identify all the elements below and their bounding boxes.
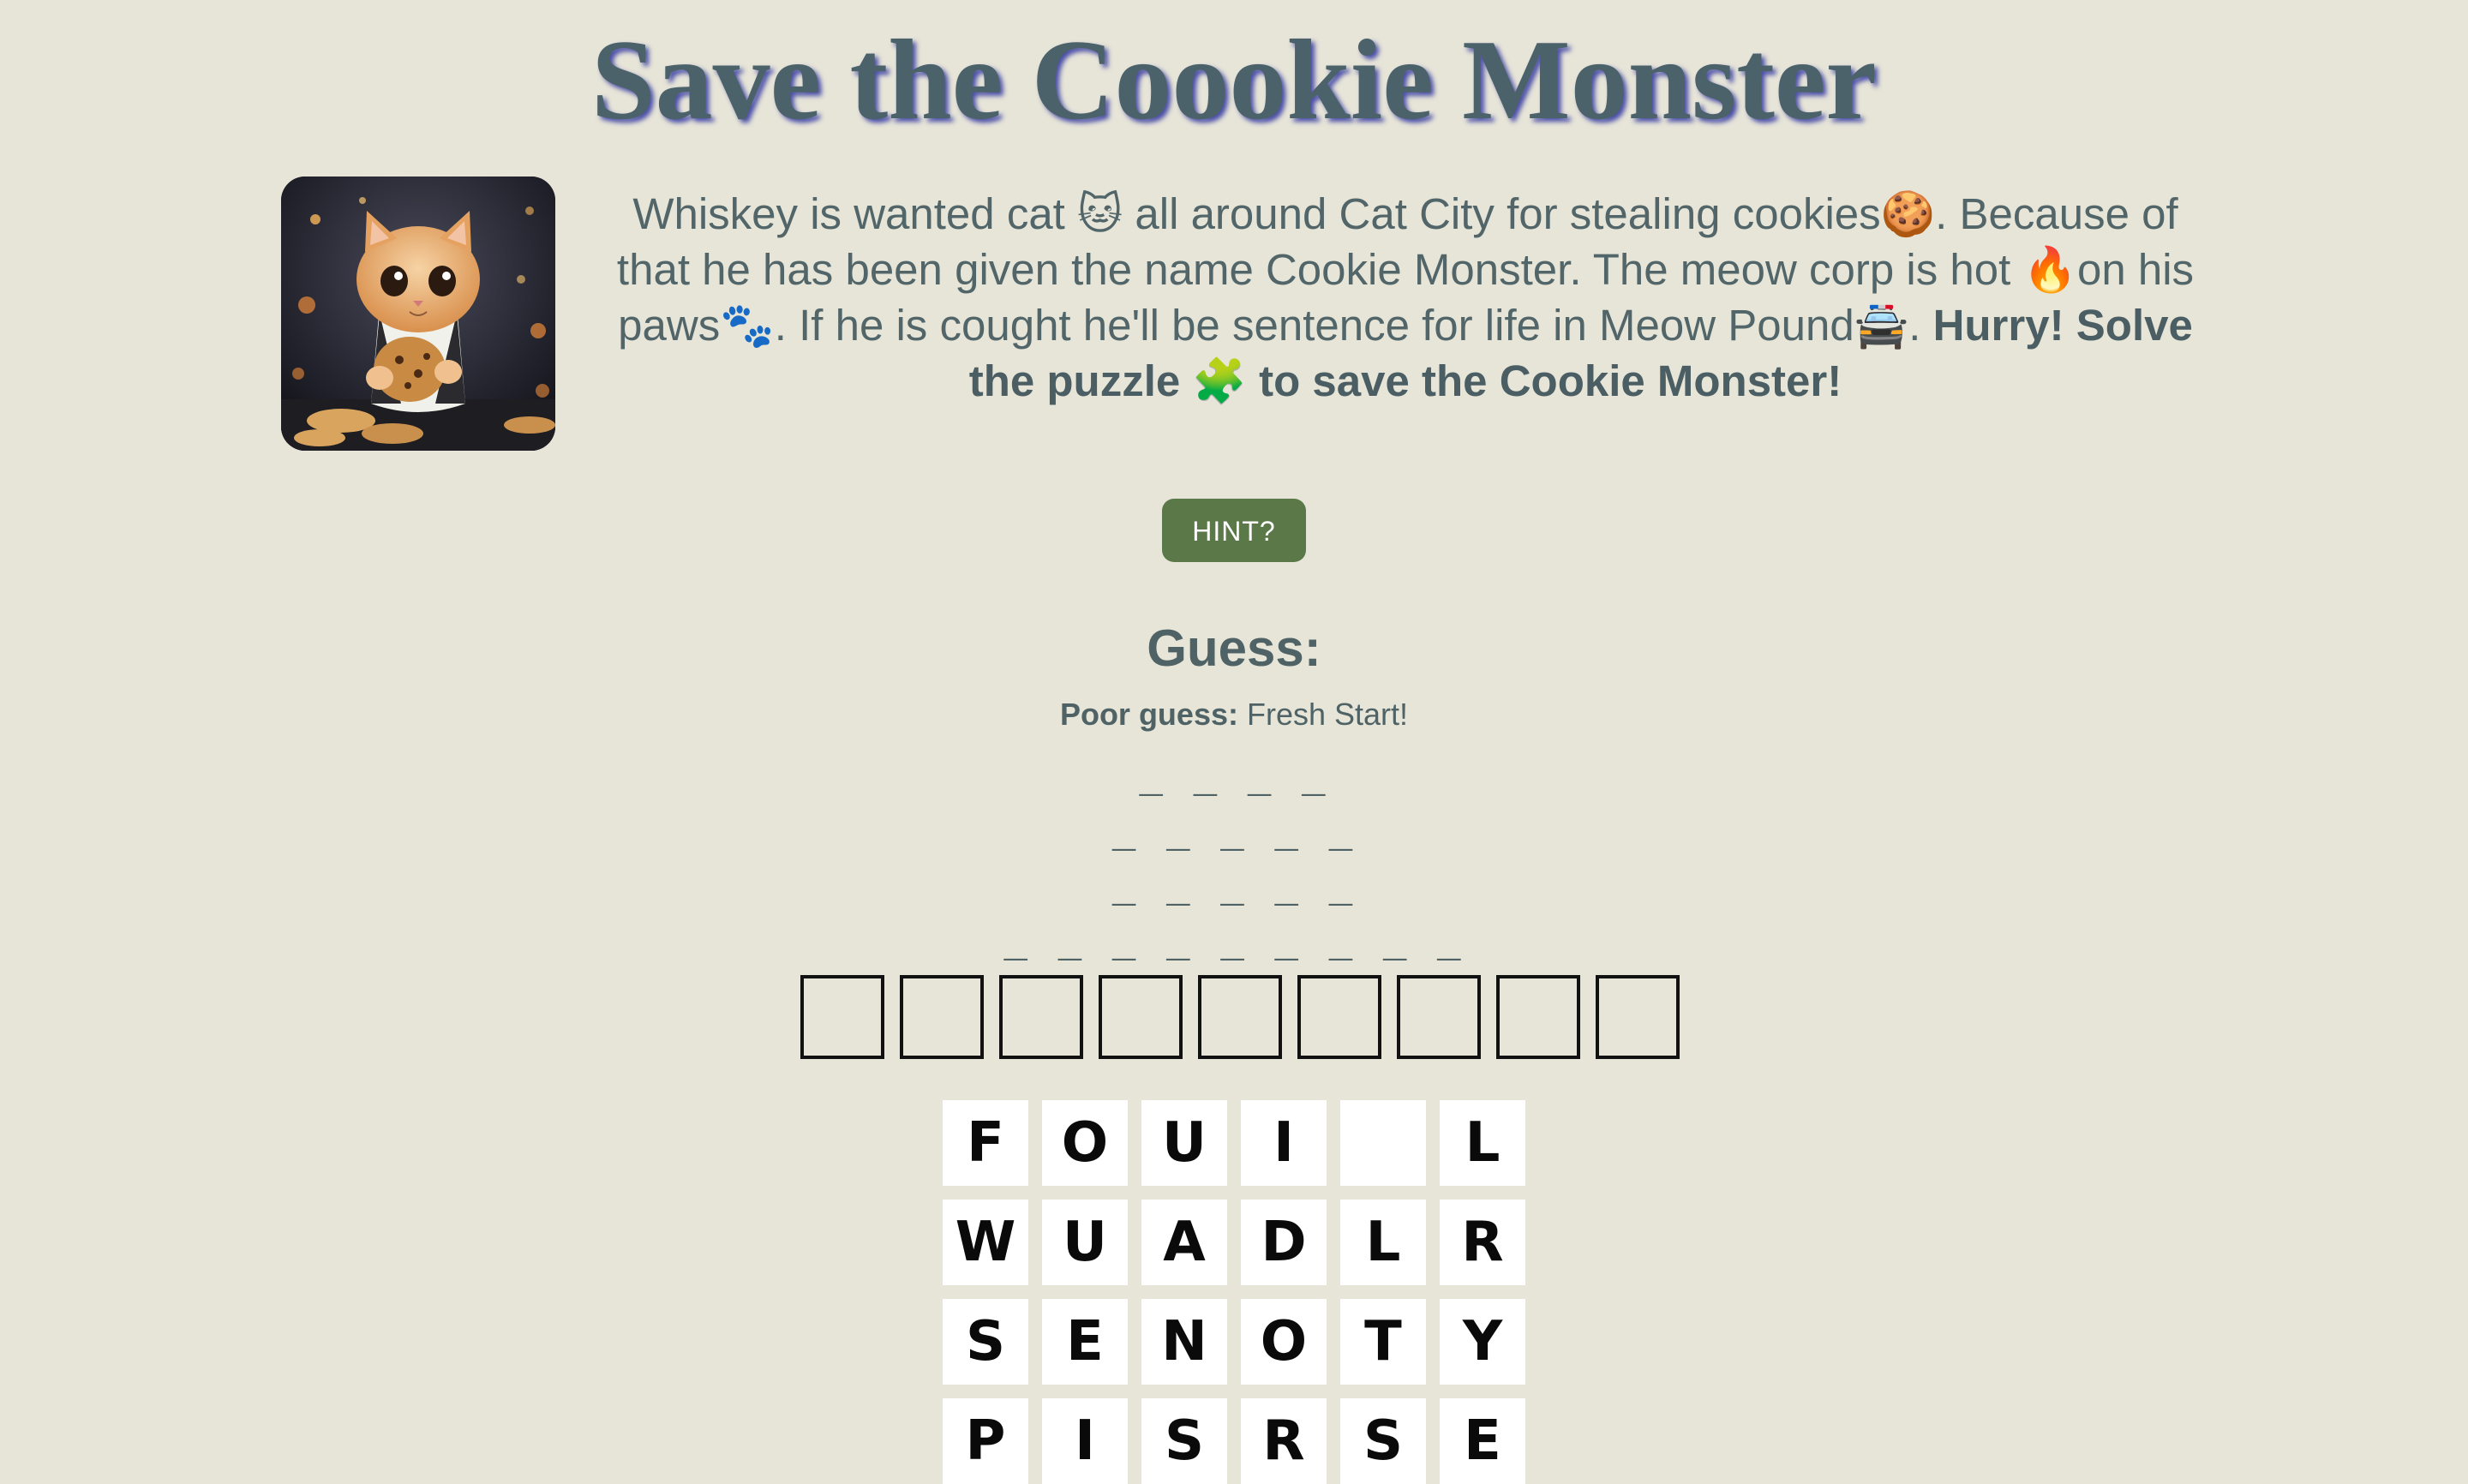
answer-boxes — [800, 975, 1680, 1059]
answer-box[interactable] — [1297, 975, 1381, 1059]
answer-box[interactable] — [800, 975, 884, 1059]
story-text: Whiskey is wanted cat 🐱 all around Cat C… — [600, 187, 2211, 410]
cookie-monster-cat-photo — [281, 177, 555, 451]
letter-tile[interactable]: P — [943, 1398, 1028, 1484]
letter-tile[interactable]: I — [1241, 1100, 1327, 1186]
letter-tile[interactable]: A — [1141, 1200, 1227, 1285]
answer-box[interactable] — [1596, 975, 1680, 1059]
letter-tile[interactable]: S — [943, 1299, 1028, 1385]
puzzle-icon: 🧩 — [1192, 356, 1247, 407]
word-blank-2: _ _ _ _ _ — [1111, 814, 1357, 859]
cat-icon: 🐱 — [1077, 189, 1123, 240]
letter-tile[interactable]: N — [1141, 1299, 1227, 1385]
letter-tile[interactable]: F — [943, 1100, 1028, 1186]
letter-tile[interactable]: R — [1241, 1398, 1327, 1484]
guess-status-label: Poor guess: — [1059, 697, 1238, 732]
story-bold-part-2: to save the Cookie Monster! — [1246, 356, 1842, 405]
letter-tile[interactable]: U — [1042, 1200, 1128, 1285]
answer-box[interactable] — [1397, 975, 1481, 1059]
letter-tile[interactable]: O — [1042, 1100, 1128, 1186]
paws-icon: 🐾 — [720, 301, 775, 351]
letter-tile[interactable]: T — [1340, 1299, 1426, 1385]
letter-tile[interactable]: I — [1042, 1398, 1128, 1484]
cookie-icon: 🍪 — [1880, 189, 1936, 240]
letter-tile[interactable]: W — [943, 1200, 1028, 1285]
guess-heading: Guess: — [1147, 619, 1321, 677]
letter-tile[interactable]: R — [1440, 1200, 1525, 1285]
letter-tile[interactable]: E — [1440, 1398, 1525, 1484]
answer-box[interactable] — [999, 975, 1083, 1059]
story-part-1: Whiskey is wanted cat — [632, 189, 1078, 238]
letter-tile[interactable]: U — [1141, 1100, 1227, 1186]
letter-tile[interactable]: L — [1440, 1100, 1525, 1186]
letter-tile[interactable]: Y — [1440, 1299, 1525, 1385]
word-blank-1: _ _ _ _ — [1139, 759, 1329, 804]
story-part-6: . — [1908, 301, 1933, 350]
answer-box[interactable] — [1198, 975, 1282, 1059]
word-blank-3: _ _ _ _ _ — [1111, 869, 1357, 913]
answer-box[interactable] — [1099, 975, 1183, 1059]
story-part-2: all around Cat City for stealing cookies — [1123, 189, 1881, 238]
answer-box[interactable] — [900, 975, 984, 1059]
letter-tile[interactable] — [1340, 1100, 1426, 1186]
page-title: Save the Coookie Monster — [591, 16, 1877, 143]
letter-tile[interactable]: S — [1141, 1398, 1227, 1484]
letter-tile[interactable]: S — [1340, 1398, 1426, 1484]
answer-box[interactable] — [1496, 975, 1580, 1059]
police-car-icon: 🚔 — [1854, 301, 1909, 351]
letter-tile[interactable]: E — [1042, 1299, 1128, 1385]
hint-button[interactable]: HINT? — [1162, 499, 1306, 562]
word-blanks: _ _ _ _ _ _ _ _ _ _ _ _ _ _ _ _ _ _ _ _ … — [0, 754, 2468, 973]
fire-icon: 🔥 — [2022, 245, 2077, 296]
guess-status-value: Fresh Start! — [1237, 697, 1409, 732]
story-part-5: . If he is cought he'll be sentence for … — [774, 301, 1854, 350]
letter-tile[interactable]: O — [1241, 1299, 1327, 1385]
letter-grid: F O U I L W U A D L R S E N O T Y P I S … — [943, 1100, 1525, 1484]
word-blank-4: _ _ _ _ _ _ _ _ _ — [1003, 924, 1465, 968]
letter-tile[interactable]: D — [1241, 1200, 1327, 1285]
guess-status: Poor guess: Fresh Start! — [0, 694, 2468, 735]
letter-tile[interactable]: L — [1340, 1200, 1426, 1285]
